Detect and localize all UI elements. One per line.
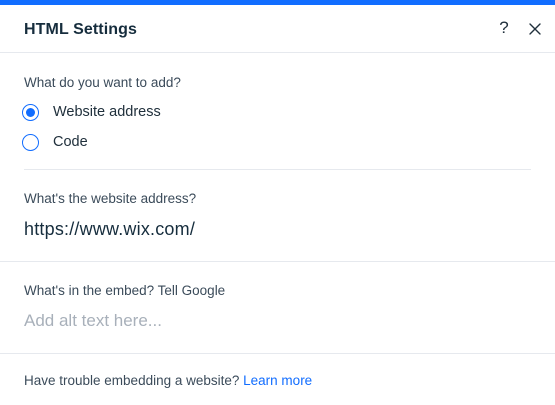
help-icon[interactable]: ? xyxy=(494,17,514,39)
footer-help: Have trouble embedding a website? Learn … xyxy=(24,373,312,388)
radio-label-code: Code xyxy=(53,134,88,150)
divider xyxy=(0,353,555,354)
alt-text-input[interactable] xyxy=(24,311,524,331)
panel-header: HTML Settings ? xyxy=(0,5,555,53)
website-address-question: What's the website address? xyxy=(24,191,197,206)
radio-button-unselected[interactable] xyxy=(22,133,39,151)
footer-help-text: Have trouble embedding a website? xyxy=(24,373,240,388)
radio-code[interactable]: Code xyxy=(22,131,88,153)
divider xyxy=(24,169,531,170)
radio-website-address[interactable]: Website address xyxy=(22,101,161,123)
alt-text-question: What's in the embed? Tell Google xyxy=(24,283,226,298)
close-icon[interactable] xyxy=(525,19,545,39)
website-address-input[interactable]: https://www.wix.com/ xyxy=(24,219,195,240)
add-type-question: What do you want to add? xyxy=(24,75,181,90)
radio-label-website-address: Website address xyxy=(53,104,161,120)
divider xyxy=(0,261,555,262)
radio-button-selected[interactable] xyxy=(22,103,39,121)
learn-more-link[interactable]: Learn more xyxy=(243,373,312,388)
panel-title: HTML Settings xyxy=(24,21,138,38)
